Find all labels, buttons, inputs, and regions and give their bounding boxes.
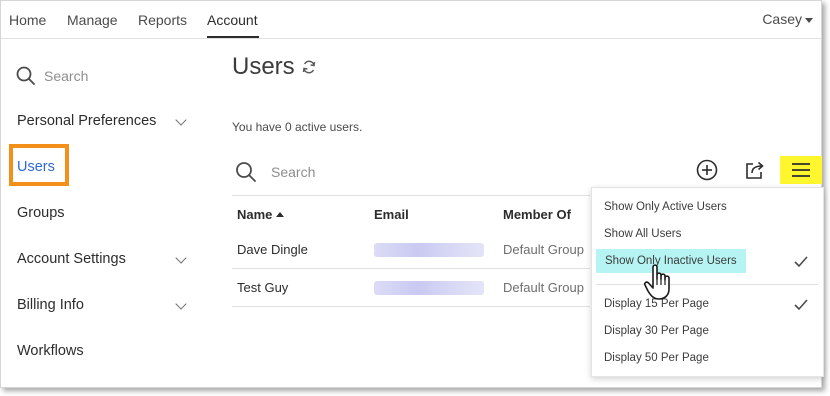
- options-menu-button[interactable]: [780, 156, 822, 184]
- add-circle-icon: [696, 159, 718, 181]
- menu-item-display-30[interactable]: Display 30 Per Page: [604, 325, 709, 337]
- page-title: Users: [232, 53, 317, 81]
- user-name: Casey: [762, 11, 802, 27]
- menu-separator: [596, 284, 818, 285]
- sidebar-item-groups[interactable]: Groups: [17, 205, 65, 221]
- nav-reports[interactable]: Reports: [138, 12, 187, 28]
- column-header-name[interactable]: Name: [237, 207, 285, 222]
- app-window: Home Manage Reports Account Casey Search…: [0, 0, 824, 388]
- nav-manage[interactable]: Manage: [67, 12, 118, 28]
- menu-item-show-only-active[interactable]: Show Only Active Users: [604, 201, 727, 213]
- sidebar-item-users[interactable]: Users: [17, 159, 55, 175]
- table-row[interactable]: Dave Dingle Default Group: [232, 231, 590, 269]
- sidebar-item-personal-preferences[interactable]: Personal Preferences: [17, 113, 156, 129]
- table-divider: [232, 195, 590, 196]
- chevron-down-icon[interactable]: [175, 252, 187, 264]
- search-icon: [16, 66, 35, 85]
- menu-item-show-all[interactable]: Show All Users: [604, 228, 681, 240]
- active-tab-indicator: [207, 36, 259, 38]
- options-dropdown-menu: Show Only Active Users Show All Users Sh…: [591, 187, 824, 377]
- refresh-icon[interactable]: [301, 59, 317, 75]
- nav-account[interactable]: Account: [207, 12, 258, 28]
- member-of-cell: Default Group: [503, 280, 584, 295]
- sort-ascending-icon: [276, 212, 285, 217]
- search-icon: [236, 162, 256, 182]
- user-menu[interactable]: Casey: [762, 11, 813, 27]
- column-header-member-of[interactable]: Member Of: [503, 207, 571, 222]
- export-button[interactable]: [741, 156, 769, 184]
- sidebar-search-placeholder: Search: [44, 68, 89, 84]
- hand-cursor-icon: [643, 264, 670, 300]
- page-title-text: Users: [232, 53, 295, 80]
- active-users-message: You have 0 active users.: [232, 120, 363, 134]
- users-search[interactable]: Search: [235, 161, 315, 183]
- sidebar-item-workflows[interactable]: Workflows: [17, 343, 84, 359]
- chevron-down-icon[interactable]: [175, 298, 187, 310]
- add-user-button[interactable]: [693, 156, 721, 184]
- nav-home[interactable]: Home: [9, 12, 46, 28]
- column-header-email[interactable]: Email: [374, 207, 409, 222]
- email-redacted: [374, 243, 484, 257]
- table-row[interactable]: Test Guy Default Group: [232, 269, 590, 307]
- checkmark-icon: [794, 256, 808, 268]
- menu-item-display-50[interactable]: Display 50 Per Page: [604, 352, 709, 364]
- chevron-down-icon[interactable]: [175, 114, 187, 126]
- member-of-cell: Default Group: [503, 242, 584, 257]
- column-header-name-label: Name: [237, 207, 273, 222]
- email-redacted: [374, 281, 484, 295]
- caret-down-icon: [805, 17, 813, 23]
- top-navigation: Home Manage Reports Account Casey: [1, 1, 821, 39]
- sidebar-search[interactable]: Search: [16, 66, 88, 86]
- share-icon: [746, 161, 764, 179]
- sidebar-item-account-settings[interactable]: Account Settings: [17, 251, 126, 267]
- sidebar-item-billing-info[interactable]: Billing Info: [17, 297, 84, 313]
- hamburger-menu-icon: [792, 163, 810, 177]
- user-name-cell: Test Guy: [237, 280, 289, 295]
- users-search-placeholder: Search: [271, 164, 316, 180]
- user-name-cell: Dave Dingle: [237, 242, 308, 257]
- sidebar: Search Personal Preferences Users Groups…: [1, 40, 211, 388]
- checkmark-icon: [794, 299, 808, 311]
